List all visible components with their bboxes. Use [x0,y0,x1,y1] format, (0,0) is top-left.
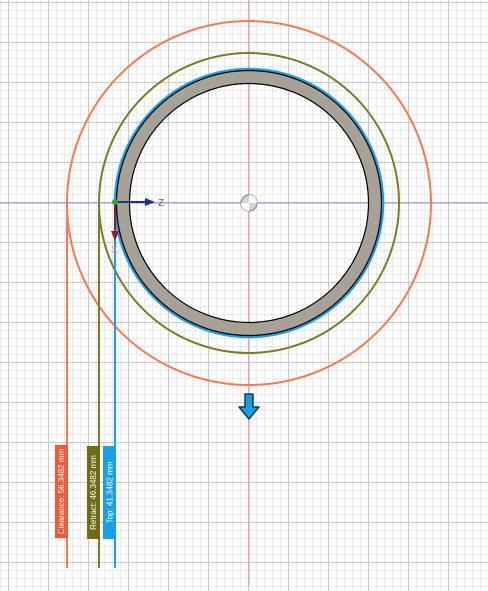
retract-height-tag[interactable]: Retract: 46.3482 mm [87,446,100,539]
retract-height-label: Retract: 46.3482 mm [89,455,99,530]
clearance-height-tag[interactable]: Clearance: 56.3482 mm [55,445,68,538]
canvas-viewport[interactable]: Z X Clearance: 56.3482 mm Retract: 46.34… [0,0,488,586]
x-axis-label: X [111,245,118,256]
down-arrow-icon[interactable] [238,393,260,420]
origin-icon[interactable] [240,194,258,212]
cad-scene[interactable]: Z X [0,0,488,586]
top-height-tag[interactable]: Top: 41.3482 mm [103,446,116,539]
top-height-label: Top: 41.3482 mm [105,461,114,524]
origin-point[interactable] [112,199,118,205]
x-axis-arrowhead [111,231,119,241]
z-axis-arrowhead [145,198,155,206]
z-axis-label: Z [158,198,164,209]
clearance-height-label: Clearance: 56.3482 mm [57,448,67,535]
